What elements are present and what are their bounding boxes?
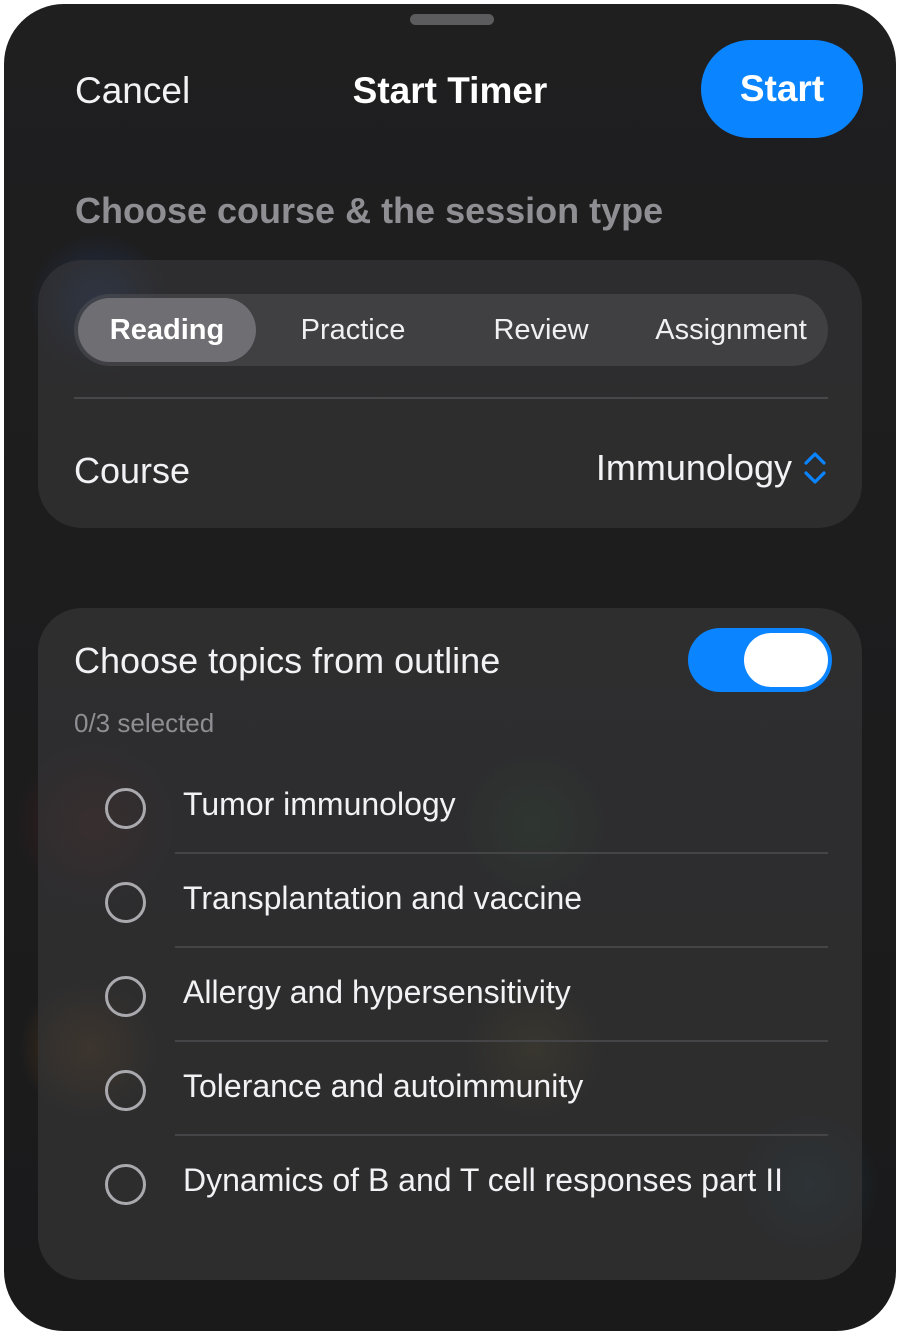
- radio-circle-icon[interactable]: [105, 1164, 146, 1205]
- start-timer-sheet: Cancel Start Timer Start Choose course &…: [4, 4, 896, 1331]
- list-separator: [175, 1040, 828, 1042]
- topic-item[interactable]: Tolerance and autoimmunity: [38, 1060, 862, 1130]
- radio-circle-icon[interactable]: [105, 882, 146, 923]
- topic-item[interactable]: Allergy and hypersensitivity: [38, 966, 862, 1036]
- course-session-card: Reading Practice Review Assignment Cours…: [38, 260, 862, 528]
- course-picker[interactable]: Immunology: [596, 446, 828, 490]
- topic-item[interactable]: Tumor immunology: [38, 778, 862, 848]
- course-label: Course: [74, 450, 191, 491]
- topics-toggle[interactable]: [688, 628, 832, 692]
- list-separator: [175, 1134, 828, 1136]
- topic-label: Tolerance and autoimmunity: [183, 1068, 584, 1104]
- segment-review[interactable]: Review: [450, 298, 632, 362]
- segment-assignment[interactable]: Assignment: [638, 298, 824, 362]
- topics-card: Choose topics from outline 0/3 selected …: [38, 608, 862, 1280]
- session-type-segmented-control: Reading Practice Review Assignment: [74, 294, 828, 366]
- topic-item[interactable]: Dynamics of B and T cell responses part …: [38, 1154, 862, 1264]
- sheet-grabber-handle[interactable]: [410, 14, 494, 25]
- segment-reading[interactable]: Reading: [78, 298, 256, 362]
- topic-label: Allergy and hypersensitivity: [183, 974, 571, 1010]
- radio-circle-icon[interactable]: [105, 788, 146, 829]
- segment-practice[interactable]: Practice: [262, 298, 444, 362]
- selected-count: 0/3 selected: [74, 708, 215, 738]
- chevron-up-down-icon: [804, 452, 826, 484]
- course-value: Immunology: [595, 447, 792, 488]
- topic-label: Dynamics of B and T cell responses part …: [183, 1162, 783, 1198]
- topics-title: Choose topics from outline: [74, 640, 501, 681]
- list-separator: [175, 852, 828, 854]
- topic-label: Tumor immunology: [183, 786, 456, 822]
- card-divider: [74, 397, 828, 399]
- topic-label: Transplantation and vaccine: [183, 880, 583, 916]
- radio-circle-icon[interactable]: [105, 1070, 146, 1111]
- start-button[interactable]: Start: [701, 40, 863, 138]
- topic-item[interactable]: Transplantation and vaccine: [38, 872, 862, 942]
- radio-circle-icon[interactable]: [105, 976, 146, 1017]
- toggle-knob: [744, 633, 828, 687]
- section-subtitle: Choose course & the session type: [75, 190, 664, 231]
- list-separator: [175, 946, 828, 948]
